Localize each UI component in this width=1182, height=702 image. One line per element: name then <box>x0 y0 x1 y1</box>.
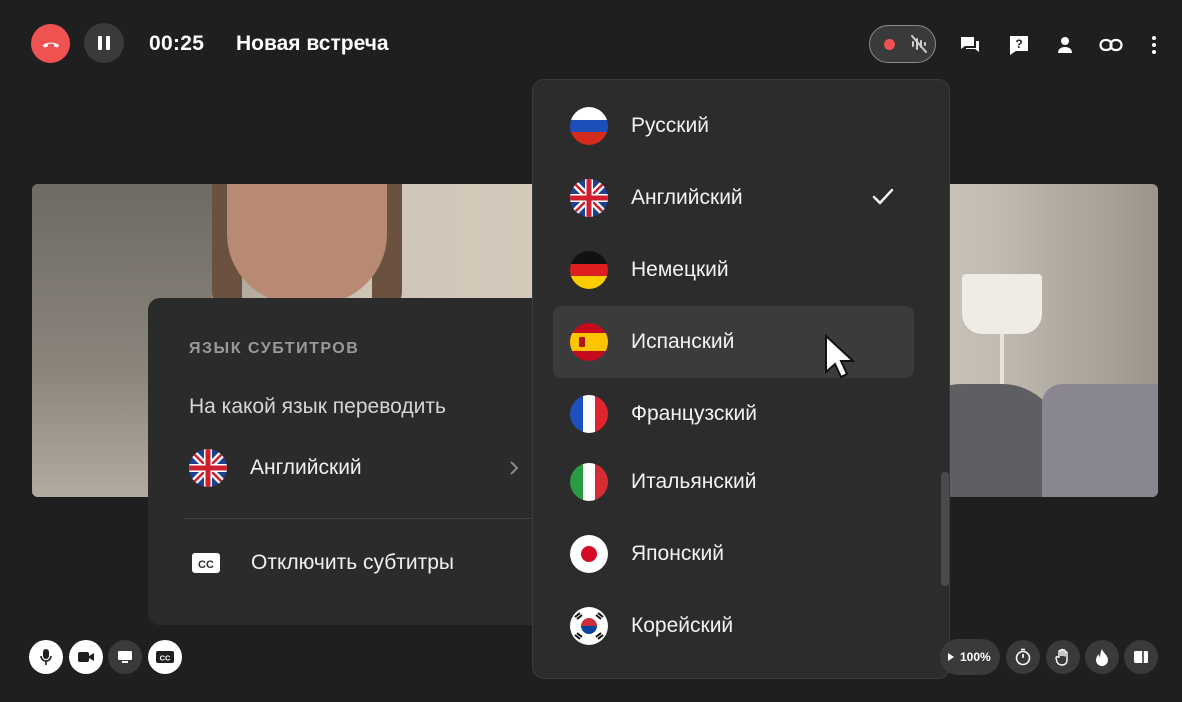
disable-subtitles-button[interactable]: CC Отключить субтитры <box>189 550 454 576</box>
italy-flag-icon <box>570 463 608 501</box>
recording-indicator[interactable] <box>869 25 936 63</box>
camera-icon <box>78 652 94 662</box>
meeting-title: Новая встреча <box>236 32 389 55</box>
chevron-right-icon <box>510 461 519 475</box>
play-icon <box>948 653 954 661</box>
language-label: Немецкий <box>631 258 729 281</box>
pause-icon <box>98 36 110 50</box>
language-option-russian[interactable]: Русский <box>553 90 914 162</box>
uk-flag-icon <box>570 179 608 217</box>
language-dropdown: Русский Английский Немецкий Испанский Фр… <box>532 79 950 679</box>
disable-subtitles-label: Отключить субтитры <box>251 551 454 574</box>
more-options-icon[interactable] <box>1142 33 1166 57</box>
korea-flag-icon <box>570 607 608 645</box>
record-dot-icon <box>884 38 895 50</box>
language-label: Английский <box>631 186 743 209</box>
dropdown-scrollbar[interactable] <box>941 472 949 586</box>
screen-share-icon <box>118 651 132 663</box>
translate-question: На какой язык переводить <box>189 395 446 418</box>
panel-heading: ЯЗЫК СУБТИТРОВ <box>189 340 360 357</box>
selected-language-label: Английский <box>250 456 362 479</box>
phone-hangup-icon <box>42 42 59 48</box>
svg-text:CC: CC <box>198 559 214 571</box>
participants-icon[interactable] <box>1053 33 1077 57</box>
screen-share-button[interactable] <box>108 640 142 674</box>
link-icon[interactable] <box>1099 33 1123 57</box>
playback-speed-button[interactable]: 100% <box>940 639 1000 675</box>
france-flag-icon <box>570 395 608 433</box>
layout-button[interactable] <box>1124 640 1158 674</box>
mouse-cursor-icon <box>825 334 856 379</box>
hand-icon <box>1055 648 1068 666</box>
divider <box>184 518 548 519</box>
language-option-german[interactable]: Немецкий <box>553 234 914 306</box>
raise-hand-button[interactable] <box>1046 640 1080 674</box>
mic-off-waveform-icon <box>911 35 927 53</box>
uk-flag-icon <box>189 449 227 487</box>
playback-speed-value: 100% <box>960 650 991 664</box>
captions-button[interactable]: CC <box>148 640 182 674</box>
language-option-french[interactable]: Французский <box>553 378 914 450</box>
camera-button[interactable] <box>69 640 103 674</box>
pause-button[interactable] <box>84 23 124 63</box>
language-label: Испанский <box>631 330 735 353</box>
participant-video <box>227 184 387 304</box>
language-option-spanish[interactable]: Испанский <box>553 306 914 379</box>
timer-button[interactable] <box>1006 640 1040 674</box>
language-option-italian[interactable]: Итальянский <box>553 446 914 518</box>
spain-flag-icon <box>570 323 608 361</box>
svg-text:CC: CC <box>160 654 171 663</box>
stopwatch-icon <box>1015 648 1031 666</box>
closed-captions-icon: CC <box>156 651 174 663</box>
language-option-korean[interactable]: Корейский <box>553 590 914 662</box>
language-label: Французский <box>631 402 757 425</box>
japan-flag-icon <box>570 535 608 573</box>
chat-icon[interactable] <box>958 33 982 57</box>
language-option-english[interactable]: Английский <box>553 162 914 234</box>
layout-icon <box>1134 651 1148 663</box>
flame-icon <box>1096 649 1108 666</box>
help-icon[interactable]: ? <box>1007 33 1031 57</box>
language-label: Русский <box>631 114 709 137</box>
closed-captions-icon: CC <box>192 553 220 573</box>
language-option-japanese[interactable]: Японский <box>553 518 914 590</box>
russia-flag-icon <box>570 107 608 145</box>
language-label: Итальянский <box>631 470 757 493</box>
checkmark-icon <box>872 188 894 205</box>
target-language-selector[interactable]: Английский <box>189 448 529 488</box>
svg-text:?: ? <box>1015 37 1022 51</box>
language-label: Японский <box>631 542 724 565</box>
germany-flag-icon <box>570 251 608 289</box>
subtitles-settings-panel: ЯЗЫК СУБТИТРОВ На какой язык переводить … <box>148 298 548 625</box>
microphone-button[interactable] <box>29 640 63 674</box>
reactions-button[interactable] <box>1085 640 1119 674</box>
call-timer: 00:25 <box>149 32 205 55</box>
language-label: Корейский <box>631 614 734 637</box>
hang-up-button[interactable] <box>31 24 70 63</box>
microphone-icon <box>40 649 52 665</box>
